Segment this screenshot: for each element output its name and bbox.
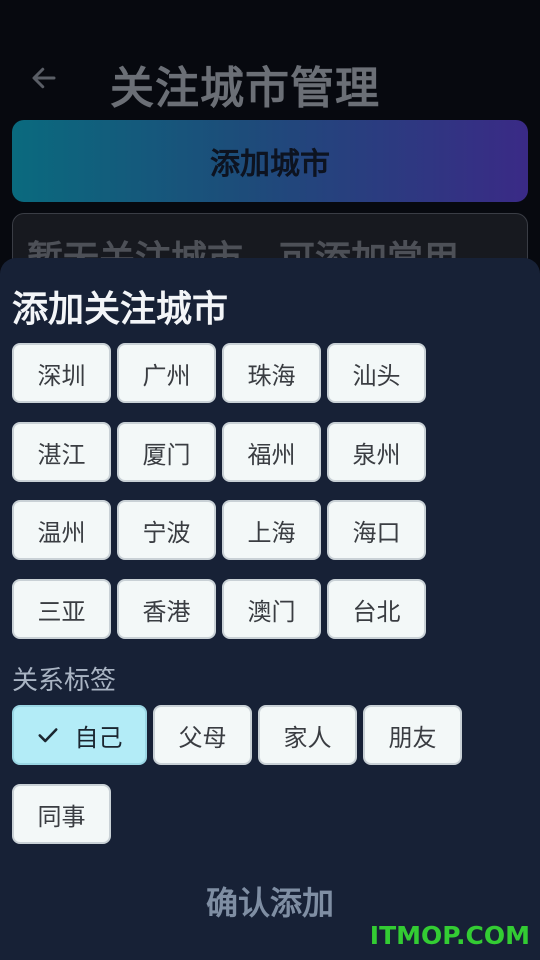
page-title: 关注城市管理	[110, 63, 380, 114]
relation-chip[interactable]: 朋友	[363, 705, 462, 765]
city-chip[interactable]: 上海	[222, 500, 321, 560]
check-icon	[37, 724, 59, 746]
city-chip[interactable]: 温州	[12, 500, 111, 560]
city-chip[interactable]: 台北	[327, 579, 426, 639]
city-chip[interactable]: 珠海	[222, 343, 321, 403]
back-button[interactable]	[26, 60, 62, 96]
relation-chip-label: 自己	[74, 723, 123, 752]
city-chip[interactable]: 澳门	[222, 579, 321, 639]
relation-section-label: 关系标签	[12, 666, 117, 696]
add-city-sheet: 添加关注城市 深圳 广州 珠海 汕头 湛江 厦门 福州 泉州 温州 宁波 上海 …	[0, 258, 540, 960]
add-city-button[interactable]: 添加城市	[12, 120, 528, 202]
city-chip[interactable]: 三亚	[12, 579, 111, 639]
relation-chip[interactable]: 父母	[153, 705, 252, 765]
city-chip[interactable]: 福州	[222, 422, 321, 482]
city-chip[interactable]: 香港	[117, 579, 216, 639]
relation-chip-selected[interactable]: 自己	[12, 705, 147, 765]
city-chip[interactable]: 宁波	[117, 500, 216, 560]
relation-chip[interactable]: 家人	[258, 705, 357, 765]
city-chip[interactable]: 湛江	[12, 422, 111, 482]
city-chip[interactable]: 汕头	[327, 343, 426, 403]
confirm-add-button[interactable]: 确认添加	[0, 878, 540, 924]
city-chip[interactable]: 深圳	[12, 343, 111, 403]
city-chip[interactable]: 厦门	[117, 422, 216, 482]
arrow-left-icon	[32, 67, 56, 89]
city-chip[interactable]: 广州	[117, 343, 216, 403]
city-chip[interactable]: 泉州	[327, 422, 426, 482]
city-chip[interactable]: 海口	[327, 500, 426, 560]
relation-chip[interactable]: 同事	[12, 784, 111, 844]
sheet-title: 添加关注城市	[12, 289, 229, 330]
watermark: ITMOP.COM	[369, 921, 530, 950]
